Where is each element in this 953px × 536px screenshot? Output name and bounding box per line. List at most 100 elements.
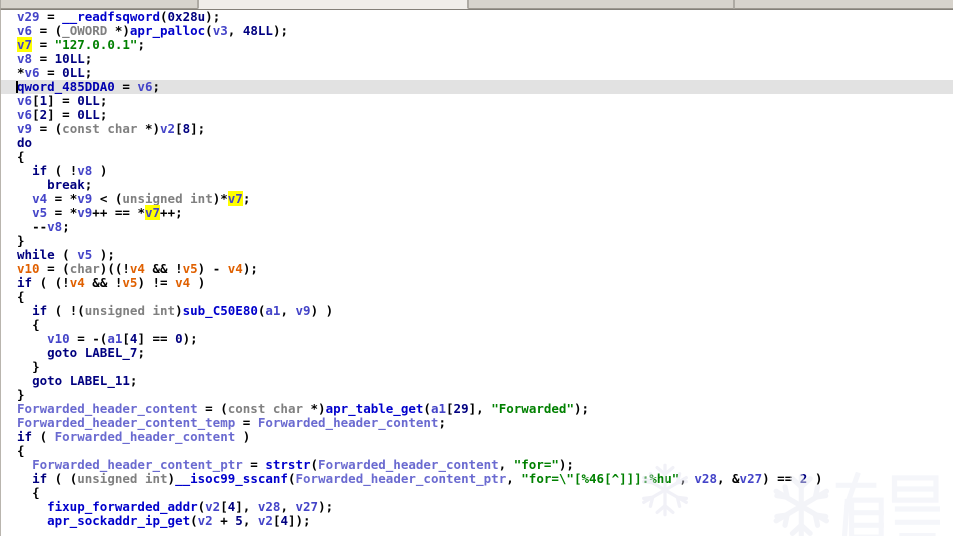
token-var[interactable]: v28 (258, 499, 281, 514)
token-var[interactable]: v9 (77, 205, 92, 220)
token-var[interactable]: v9 (296, 303, 311, 318)
token-var[interactable]: v7 (144, 205, 161, 220)
code-line[interactable]: while ( v5 ); (1, 248, 953, 262)
code-line[interactable]: qword_485DDA0 = v6; (1, 80, 953, 94)
token-var[interactable]: v5 (77, 247, 92, 262)
pseudocode-editor-pane[interactable]: v29 = __readfsqword(0x28u); v6 = (_OWORD … (0, 9, 953, 536)
token-var[interactable]: v29 (17, 10, 40, 24)
code-line[interactable]: if ( (unsigned int)__isoc99_sscanf(Forwa… (1, 472, 953, 486)
code-line[interactable]: --v8; (1, 220, 953, 234)
code-line[interactable]: fixup_forwarded_addr(v2[4], v28, v27); (1, 500, 953, 514)
code-line[interactable]: { (1, 290, 953, 304)
code-line[interactable]: Forwarded_header_content = (const char *… (1, 402, 953, 416)
token-var[interactable]: v6 (17, 107, 32, 122)
token-var[interactable]: v9 (17, 121, 32, 136)
code-line[interactable]: v6[2] = 0LL; (1, 108, 953, 122)
token-varm[interactable]: v4 (130, 261, 145, 276)
token-fn[interactable]: __isoc99_sscanf (175, 471, 288, 486)
view-tab-3[interactable] (734, 0, 953, 9)
code-line[interactable]: v10 = (char)((!v4 && !v5) - v4); (1, 262, 953, 276)
token-var[interactable]: v7 (17, 37, 33, 52)
token-var[interactable]: v2 (205, 499, 220, 514)
code-line[interactable]: v6 = (_OWORD *)apr_palloc(v3, 48LL); (1, 24, 953, 38)
token-nm[interactable]: Forwarded_header_content_ptr (296, 471, 507, 486)
code-line[interactable]: } (1, 360, 953, 374)
token-fn[interactable]: apr_table_get (326, 401, 424, 416)
pseudocode-text[interactable]: v29 = __readfsqword(0x28u); v6 = (_OWORD … (1, 10, 953, 528)
token-fn[interactable]: apr_sockaddr_ip_get (47, 513, 190, 528)
code-line[interactable]: v5 = *v9++ == *v7++; (1, 205, 953, 220)
token-fn[interactable]: fixup_forwarded_addr (47, 499, 198, 514)
token-varm[interactable]: v4 (70, 275, 85, 290)
token-varm[interactable]: v4 (228, 261, 243, 276)
code-line[interactable]: Forwarded_header_content_temp = Forwarde… (1, 416, 953, 430)
token-varm[interactable]: v10 (17, 261, 40, 276)
token-nm[interactable]: Forwarded_header_content (258, 415, 439, 430)
code-line[interactable]: { (1, 150, 953, 164)
token-fn[interactable]: sub_C50E80 (183, 303, 258, 318)
token-var[interactable]: v3 (213, 23, 228, 38)
token-var[interactable]: v2 (258, 513, 273, 528)
token-var[interactable]: v6 (17, 23, 32, 38)
code-line[interactable]: if ( !v8 ) (1, 164, 953, 178)
code-line[interactable]: goto LABEL_7; (1, 346, 953, 360)
token-nm[interactable]: Forwarded_header_content (55, 429, 236, 444)
token-var[interactable]: v27 (740, 471, 763, 486)
code-line[interactable]: { (1, 486, 953, 500)
code-line[interactable]: v9 = (const char *)v2[8]; (1, 122, 953, 136)
token-var[interactable]: v2 (198, 513, 213, 528)
token-varm[interactable]: v5 (183, 261, 198, 276)
token-nm[interactable]: Forwarded_header_content (17, 401, 198, 416)
token-var[interactable]: a1 (107, 331, 122, 346)
token-nm[interactable]: Forwarded_header_content_temp (17, 415, 235, 430)
token-var[interactable]: v9 (77, 191, 92, 206)
view-tab-0[interactable] (0, 0, 198, 9)
token-var[interactable]: v10 (47, 331, 70, 346)
token-var[interactable]: a1 (265, 303, 280, 318)
token-var[interactable]: v6 (17, 93, 32, 108)
code-line[interactable]: v29 = __readfsqword(0x28u); (1, 10, 953, 24)
token-fn[interactable]: __readfsqword (62, 10, 160, 24)
code-line[interactable]: } (1, 388, 953, 402)
code-line[interactable]: goto LABEL_11; (1, 374, 953, 388)
code-line[interactable]: { (1, 444, 953, 458)
code-line[interactable]: if ( (!v4 && !v5) != v4 ) (1, 276, 953, 290)
code-line[interactable]: Forwarded_header_content_ptr = strstr(Fo… (1, 458, 953, 472)
token-var[interactable]: v6 (137, 79, 152, 94)
token-var[interactable]: v8 (47, 219, 62, 234)
code-line[interactable]: apr_sockaddr_ip_get(v2 + 5, v2[4]); (1, 514, 953, 528)
token-fn[interactable]: apr_palloc (130, 23, 205, 38)
token-var[interactable]: v5 (32, 205, 47, 220)
token-nm[interactable]: Forwarded_header_content (318, 457, 499, 472)
code-line[interactable]: if ( Forwarded_header_content ) (1, 430, 953, 444)
token-var[interactable]: v2 (160, 121, 175, 136)
token-var[interactable]: v4 (32, 191, 47, 206)
token-lbl[interactable]: LABEL_11 (70, 373, 130, 388)
view-tab-2[interactable] (468, 0, 734, 9)
token-gbl[interactable]: qword_485DDA0 (17, 79, 115, 94)
token-nm[interactable]: Forwarded_header_content_ptr (32, 457, 243, 472)
code-line[interactable]: } (1, 234, 953, 248)
token-var[interactable]: v7 (227, 191, 243, 206)
token-var[interactable]: a1 (431, 401, 446, 416)
code-line[interactable]: v10 = -(a1[4] == 0); (1, 332, 953, 346)
token-lbl[interactable]: LABEL_7 (85, 345, 138, 360)
code-line[interactable]: { (1, 318, 953, 332)
code-line[interactable]: if ( !(unsigned int)sub_C50E80(a1, v9) ) (1, 304, 953, 318)
code-line[interactable]: *v6 = 0LL; (1, 66, 953, 80)
code-line[interactable]: break; (1, 178, 953, 192)
view-tab-1[interactable] (198, 0, 468, 9)
token-var[interactable]: v28 (694, 471, 717, 486)
code-line[interactable]: do (1, 136, 953, 150)
code-line[interactable]: v8 = 10LL; (1, 52, 953, 66)
token-fn[interactable]: strstr (265, 457, 310, 472)
code-line[interactable]: v4 = *v9 < (unsigned int)*v7; (1, 191, 953, 206)
token-varm[interactable]: v5 (122, 275, 137, 290)
token-var[interactable]: v8 (77, 163, 92, 178)
token-var[interactable]: v8 (17, 51, 32, 66)
code-line[interactable]: v7 = "127.0.0.1"; (1, 37, 953, 52)
code-line[interactable]: v6[1] = 0LL; (1, 94, 953, 108)
token-var[interactable]: v6 (25, 65, 40, 80)
view-tab-strip[interactable] (0, 0, 953, 9)
token-varm[interactable]: v4 (175, 275, 190, 290)
